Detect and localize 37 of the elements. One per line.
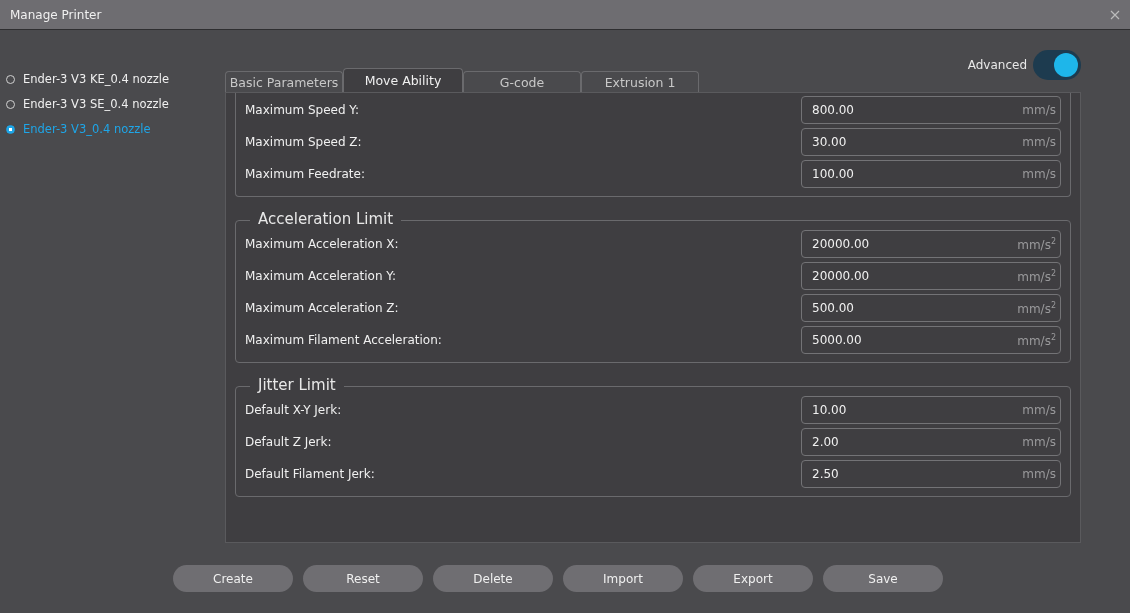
action-button[interactable]: Export bbox=[693, 565, 813, 592]
field-label: Maximum Feedrate: bbox=[245, 167, 365, 181]
input-field[interactable]: 20000.00 mm/s$^{2}$ bbox=[801, 230, 1061, 258]
field-label: Default X-Y Jerk: bbox=[245, 403, 342, 417]
action-button[interactable]: Delete bbox=[433, 565, 553, 592]
field-label: Maximum Acceleration Z: bbox=[245, 301, 399, 315]
field-label: Default Filament Jerk: bbox=[245, 467, 375, 481]
input-field[interactable]: 2.50 mm/s bbox=[801, 460, 1061, 488]
window-title: Manage Printer bbox=[10, 7, 102, 22]
tab[interactable]: G-code bbox=[463, 71, 581, 92]
group-title: Jitter Limit bbox=[250, 376, 344, 394]
action-button[interactable]: Save bbox=[823, 565, 943, 592]
tab[interactable]: Basic Parameters bbox=[225, 71, 343, 92]
field-label: Default Z Jerk: bbox=[245, 435, 332, 449]
input-field[interactable]: 500.00 mm/s$^{2}$ bbox=[801, 294, 1061, 322]
tab[interactable]: Extrusion 1 bbox=[581, 71, 699, 92]
field-label: Maximum Speed Z: bbox=[245, 135, 362, 149]
field-label: Maximum Acceleration X: bbox=[245, 237, 399, 251]
field-label: Maximum Speed Y: bbox=[245, 103, 360, 117]
input-field[interactable]: 10.00 mm/s bbox=[801, 396, 1061, 424]
advanced-toggle[interactable] bbox=[1033, 50, 1081, 80]
action-button[interactable]: Reset bbox=[303, 565, 423, 592]
input-field[interactable]: 5000.00 mm/s$^{2}$ bbox=[801, 326, 1061, 354]
input-field[interactable]: 800.00 mm/s bbox=[801, 96, 1061, 124]
tab[interactable]: Move Ability bbox=[343, 68, 463, 92]
input-field[interactable]: 100.00 mm/s bbox=[801, 160, 1061, 188]
advanced-label: Advanced bbox=[967, 58, 1027, 72]
field-label: Maximum Acceleration Y: bbox=[245, 269, 397, 283]
input-field[interactable]: 20000.00 mm/s$^{2}$ bbox=[801, 262, 1061, 290]
action-button[interactable]: Import bbox=[563, 565, 683, 592]
printer-radio[interactable]: Ender-3 V3 SE_0.4 nozzle bbox=[0, 95, 225, 113]
input-field[interactable]: 30.00 mm/s bbox=[801, 128, 1061, 156]
field-label: Maximum Filament Acceleration: bbox=[245, 333, 442, 347]
action-button[interactable]: Create bbox=[173, 565, 293, 592]
printer-radio[interactable]: Ender-3 V3 KE_0.4 nozzle bbox=[0, 70, 225, 88]
input-field[interactable]: 2.00 mm/s bbox=[801, 428, 1061, 456]
close-icon[interactable] bbox=[1110, 9, 1120, 20]
